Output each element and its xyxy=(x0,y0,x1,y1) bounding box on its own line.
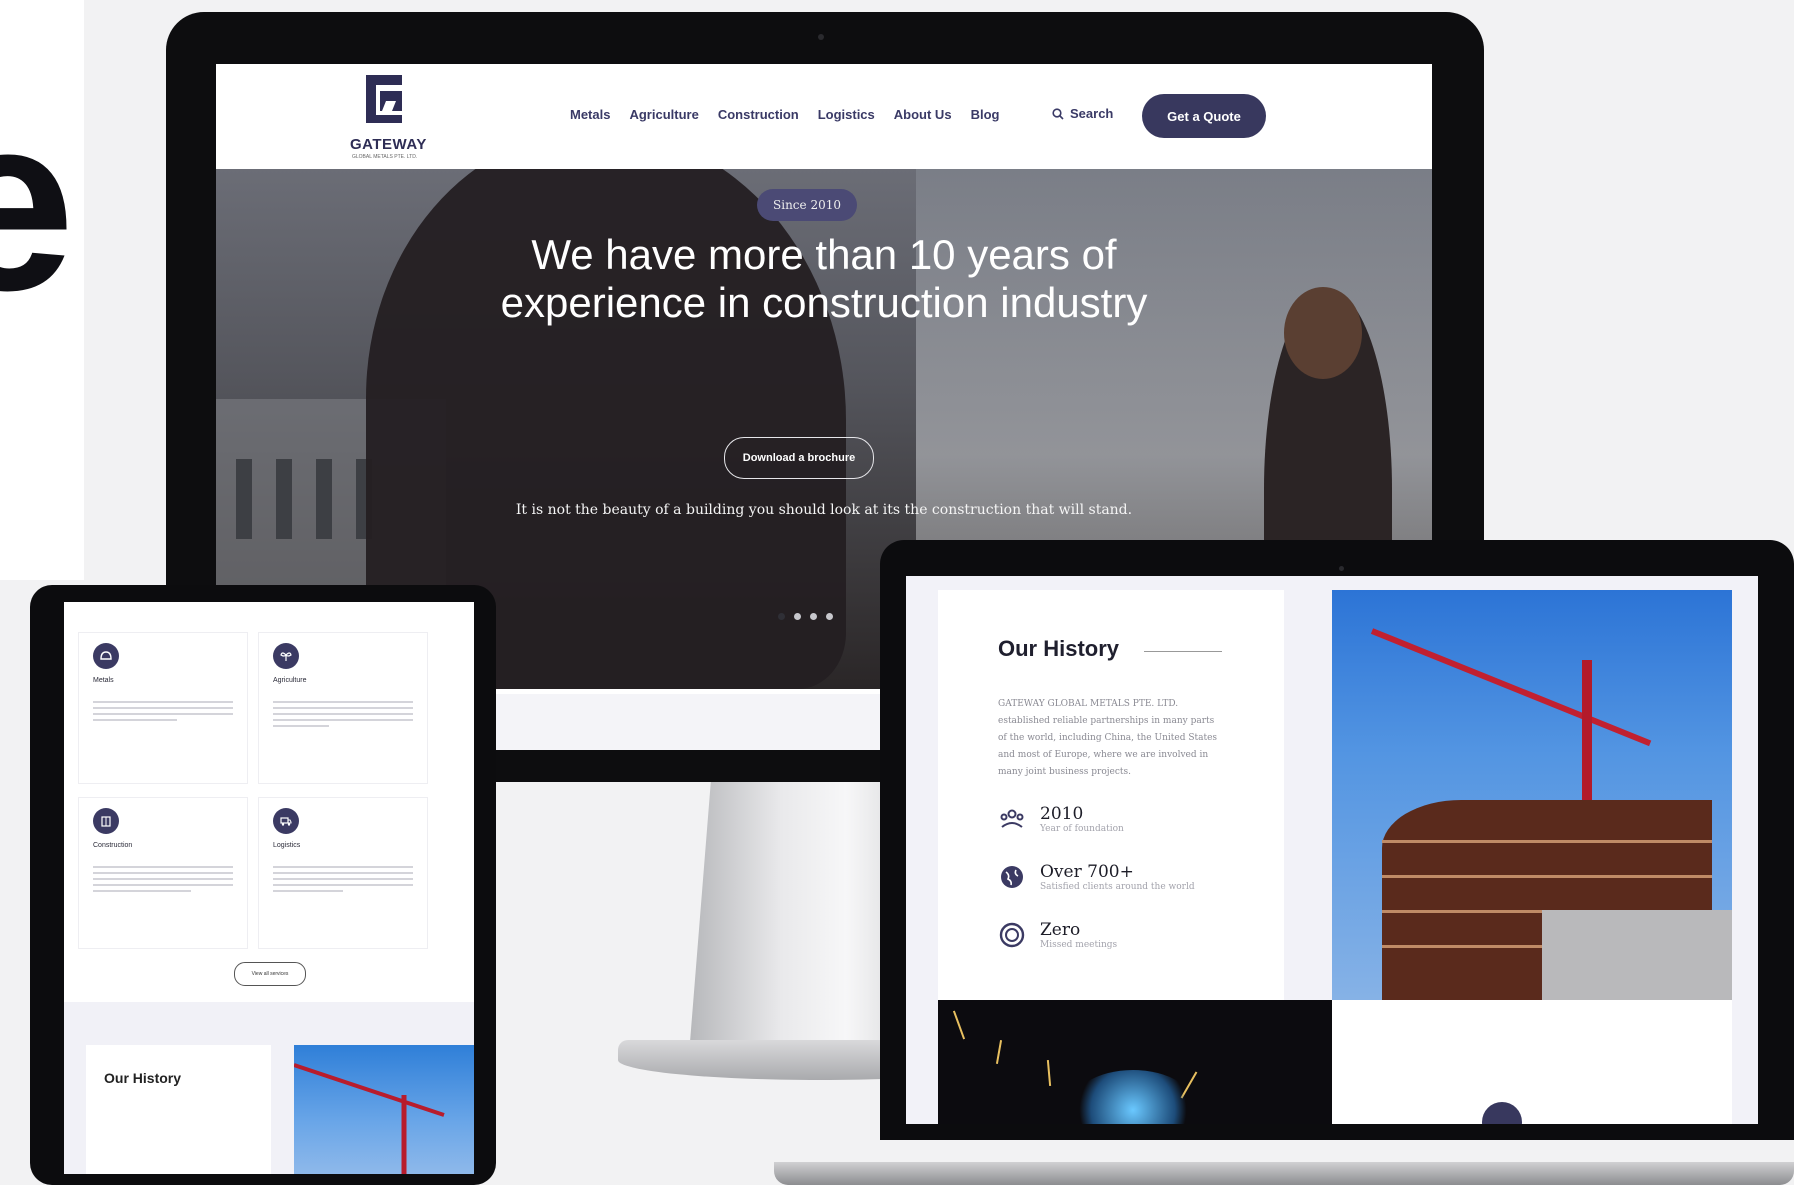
building-floor-line xyxy=(1382,875,1712,878)
building-column xyxy=(316,459,332,539)
building-column xyxy=(236,459,252,539)
service-card-construction[interactable]: Construction xyxy=(78,797,248,949)
building-icon xyxy=(93,808,119,834)
nav-item-blog[interactable]: Blog xyxy=(971,107,1000,122)
view-all-services-button[interactable]: View all services xyxy=(234,962,306,986)
stat-value: Zero xyxy=(1040,920,1081,940)
construction-crane-photo xyxy=(1332,590,1732,1000)
stat-label: Satisfied clients around the world xyxy=(1040,882,1195,892)
stat-label: Missed meetings xyxy=(1040,940,1118,950)
crane-illustration xyxy=(293,1063,445,1174)
gateway-logo-icon[interactable] xyxy=(362,71,406,127)
service-card-metals[interactable]: Metals xyxy=(78,632,248,784)
globe-icon xyxy=(998,863,1026,891)
service-card-title: Logistics xyxy=(273,842,301,849)
building-floor-line xyxy=(1382,840,1712,843)
tablet-website-screen: Metals Agriculture Construction Logistic… xyxy=(64,602,474,1174)
hero-title: We have more than 10 years of experience… xyxy=(316,231,1332,327)
history-title: Our History xyxy=(104,1070,182,1086)
search-link[interactable]: Search xyxy=(1052,106,1113,121)
site-header: GATEWAY GLOBAL METALS PTE. LTD. Metals A… xyxy=(216,64,1432,169)
spark xyxy=(952,1010,966,1040)
monitor-camera xyxy=(818,34,824,40)
stat-item: Zero Missed meetings xyxy=(998,920,1117,950)
stat-value: Over 700+ xyxy=(1040,862,1134,882)
truck-icon xyxy=(273,808,299,834)
nav-item-logistics[interactable]: Logistics xyxy=(818,107,875,122)
crane-jib xyxy=(1370,628,1652,747)
slider-dot[interactable] xyxy=(794,613,801,620)
hero-title-line-1: We have more than 10 years of xyxy=(531,231,1117,278)
spark xyxy=(995,1040,1003,1064)
laptop-website-screen: Our History GATEWAY GLOBAL METALS PTE. L… xyxy=(906,576,1758,1124)
slider-dot[interactable] xyxy=(826,613,833,620)
hero-title-line-2: experience in construction industry xyxy=(500,279,1148,326)
stat-label: Year of foundation xyxy=(1040,824,1124,834)
team-icon xyxy=(998,805,1026,833)
laptop-camera xyxy=(1339,566,1344,571)
history-card xyxy=(86,1045,271,1174)
nav-item-metals[interactable]: Metals xyxy=(570,107,610,122)
stat-item: Over 700+ Satisfied clients around the w… xyxy=(998,862,1195,892)
service-card-logistics[interactable]: Logistics xyxy=(258,797,428,949)
slider-dot[interactable] xyxy=(778,613,785,620)
welding-glow xyxy=(1068,1070,1198,1124)
service-card-title: Metals xyxy=(93,677,114,684)
logo-subtitle: GLOBAL METALS PTE. LTD. xyxy=(352,154,418,160)
laptop-base xyxy=(774,1162,1794,1185)
service-card-title: Construction xyxy=(93,842,133,849)
helmet-icon xyxy=(93,643,119,669)
crane-photo xyxy=(293,1045,474,1174)
neighbour-building xyxy=(1542,910,1732,1000)
get-a-quote-button[interactable]: Get a Quote xyxy=(1142,94,1266,138)
history-title: Our History xyxy=(998,636,1120,661)
search-label: Search xyxy=(1070,106,1114,121)
since-badge: Since 2010 xyxy=(757,189,857,221)
slider-dots xyxy=(778,613,833,620)
clock-icon xyxy=(998,921,1026,949)
service-card-title: Agriculture xyxy=(273,677,307,684)
stat-item: 2010 Year of foundation xyxy=(998,804,1124,834)
service-card-text xyxy=(273,866,413,896)
white-panel xyxy=(1332,1000,1732,1124)
service-card-text xyxy=(93,701,233,725)
logo-wordmark[interactable]: GATEWAY xyxy=(350,136,427,153)
stat-value: 2010 xyxy=(1040,804,1084,824)
service-card-text xyxy=(93,866,233,896)
service-card-agriculture[interactable]: Agriculture xyxy=(258,632,428,784)
spark xyxy=(1046,1059,1052,1087)
nav-item-about-us[interactable]: About Us xyxy=(894,107,952,122)
cropped-headline-letter: e xyxy=(0,63,76,342)
download-brochure-button[interactable]: Download a brochure xyxy=(724,437,874,479)
nav-item-agriculture[interactable]: Agriculture xyxy=(629,107,698,122)
slider-dot[interactable] xyxy=(810,613,817,620)
building-column xyxy=(276,459,292,539)
search-icon xyxy=(1052,107,1064,120)
plant-icon xyxy=(273,643,299,669)
nav-item-construction[interactable]: Construction xyxy=(718,107,799,122)
history-text: GATEWAY GLOBAL METALS PTE. LTD. establis… xyxy=(998,699,1218,777)
dark-image-panel xyxy=(938,1000,1332,1124)
main-nav: Metals Agriculture Construction Logistic… xyxy=(570,107,999,122)
hero-quote: It is not the beauty of a building you s… xyxy=(515,502,1133,518)
history-title-rule xyxy=(1144,651,1222,652)
service-card-text xyxy=(273,701,413,731)
